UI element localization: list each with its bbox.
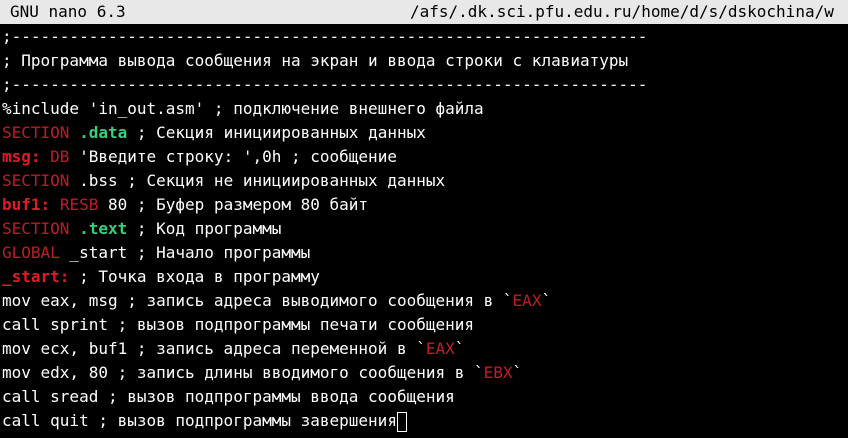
- code-line[interactable]: SECTION .text ; Код программы: [0, 217, 848, 241]
- code-token: call sprint ; вызов подпрограммы печати …: [2, 315, 475, 334]
- code-token: 'Введите строку: ',0h ; сообщение: [69, 147, 397, 166]
- code-token: `: [512, 363, 523, 382]
- code-token: `: [541, 291, 552, 310]
- code-token: mov eax, msg ; запись адреса выводимого …: [2, 291, 513, 310]
- app-title: GNU nano 6.3: [10, 2, 126, 21]
- code-line[interactable]: GLOBAL _start ; Начало программы: [0, 241, 848, 265]
- code-token: EAX: [512, 291, 542, 310]
- code-token: `: [454, 339, 465, 358]
- text-cursor: [396, 411, 407, 432]
- code-line[interactable]: ;---------------------------------------…: [0, 73, 848, 97]
- code-token: _start:: [2, 267, 70, 286]
- code-token: SECTION: [2, 171, 70, 190]
- code-token: .text: [79, 219, 128, 238]
- code-line[interactable]: call sread ; вызов подпрограммы ввода со…: [0, 385, 848, 409]
- code-token: ;---------------------------------------…: [2, 27, 648, 46]
- code-token: buf1:: [2, 195, 51, 214]
- code-line[interactable]: _start: ; Точка входа в программу: [0, 265, 848, 289]
- code-token: ; Код программы: [127, 219, 282, 238]
- code-line[interactable]: %include 'in_out.asm' ; подключение внеш…: [0, 97, 848, 121]
- code-line[interactable]: mov edx, 80 ; запись длины вводимого соо…: [0, 361, 848, 385]
- code-token: call quit ; вызов подпрограммы завершени…: [2, 411, 397, 430]
- editor-text-area[interactable]: ;---------------------------------------…: [0, 25, 848, 438]
- code-line[interactable]: SECTION .data ; Секция инициированных да…: [0, 121, 848, 145]
- code-token: DB: [50, 147, 70, 166]
- code-token: mov edx, 80 ; запись длины вводимого соо…: [2, 363, 484, 382]
- code-token: EAX: [425, 339, 455, 358]
- code-token: call sread ; вызов подпрограммы ввода со…: [2, 387, 455, 406]
- code-line[interactable]: msg: DB 'Введите строку: ',0h ; сообщени…: [0, 145, 848, 169]
- code-line[interactable]: mov eax, msg ; запись адреса выводимого …: [0, 289, 848, 313]
- code-token: SECTION: [2, 219, 70, 238]
- code-line[interactable]: buf1: RESB 80 ; Буфер размером 80 байт: [0, 193, 848, 217]
- code-token: _start ; Начало программы: [59, 243, 311, 262]
- code-line[interactable]: ;---------------------------------------…: [0, 25, 848, 49]
- code-token: .bss ; Секция не инициированных данных: [69, 171, 446, 190]
- code-token: ; Программа вывода сообщения на экран и …: [2, 51, 629, 70]
- code-token: 80 ; Буфер размером 80 байт: [98, 195, 369, 214]
- code-line[interactable]: SECTION .bss ; Секция не инициированных …: [0, 169, 848, 193]
- code-line[interactable]: call quit ; вызов подпрограммы завершени…: [0, 409, 848, 433]
- nano-titlebar: GNU nano 6.3 /afs/.dk.sci.pfu.edu.ru/hom…: [0, 0, 848, 24]
- code-token: RESB: [59, 195, 99, 214]
- code-token: mov ecx, buf1 ; запись адреса переменной…: [2, 339, 426, 358]
- code-token: GLOBAL: [2, 243, 60, 262]
- code-token: ; Точка входа в программу: [69, 267, 320, 286]
- code-token: %include 'in_out.asm' ; подключение внеш…: [2, 99, 484, 118]
- code-token: SECTION: [2, 123, 70, 142]
- code-token: ; Секция инициированных данных: [127, 123, 426, 142]
- code-token: .data: [79, 123, 128, 142]
- code-line[interactable]: mov ecx, buf1 ; запись адреса переменной…: [0, 337, 848, 361]
- code-token: ;---------------------------------------…: [2, 75, 648, 94]
- file-path: /afs/.dk.sci.pfu.edu.ru/home/d/s/dskochi…: [410, 2, 834, 21]
- code-token: msg:: [2, 147, 41, 166]
- code-line[interactable]: call sprint ; вызов подпрограммы печати …: [0, 313, 848, 337]
- code-token: EBX: [483, 363, 513, 382]
- code-line[interactable]: ; Программа вывода сообщения на экран и …: [0, 49, 848, 73]
